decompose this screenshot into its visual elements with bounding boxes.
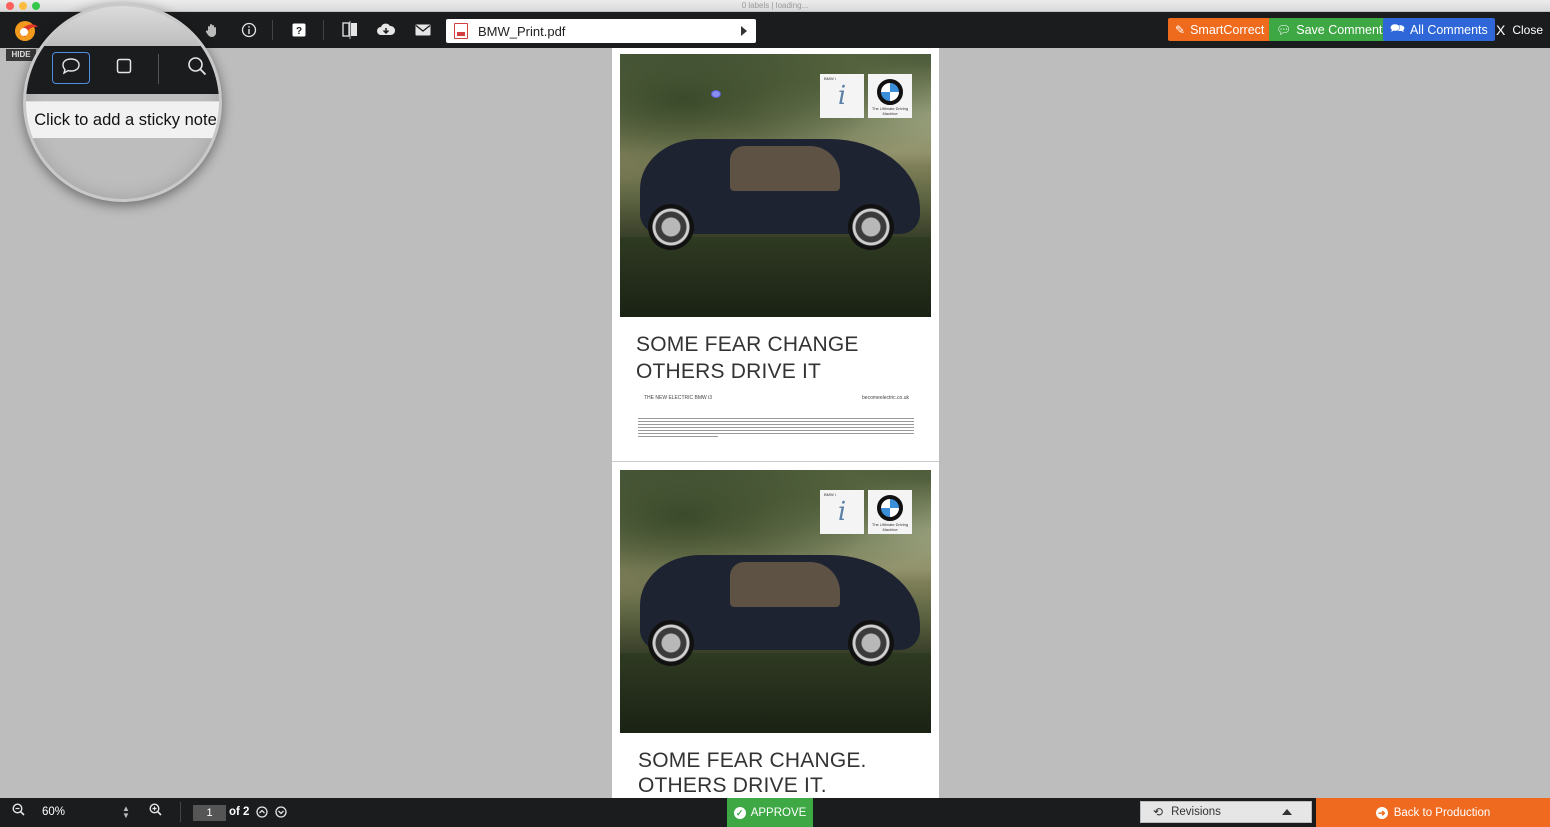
file-name: BMW_Print.pdf <box>478 23 566 39</box>
compare-icon[interactable] <box>338 18 362 42</box>
zoom-stepper-icon[interactable]: ▲ ▼ <box>122 805 130 820</box>
sticky-note-tool[interactable] <box>52 52 90 84</box>
sticky-note-tooltip: Click to add a sticky note <box>26 101 219 139</box>
help-icon[interactable]: ? <box>287 18 311 42</box>
pdf-file-icon <box>454 23 468 39</box>
toolbar-divider <box>158 54 159 84</box>
sticky-note-marker[interactable] <box>711 90 721 98</box>
file-selector[interactable]: BMW_Print.pdf <box>446 19 756 43</box>
approve-button[interactable]: ✓ APPROVE <box>727 798 813 827</box>
caret-up-icon <box>1282 809 1292 815</box>
history-icon: ⟲ <box>1153 805 1164 819</box>
svg-text:?: ? <box>296 26 302 37</box>
previous-page-icon[interactable] <box>256 806 268 821</box>
revisions-label: Revisions <box>1171 806 1221 818</box>
edit-icon: ✎ <box>1175 22 1186 37</box>
check-circle-icon: ✓ <box>733 806 746 819</box>
magnifier-icon <box>187 56 207 81</box>
arrow-circle-icon: ➜ <box>1375 806 1388 819</box>
close-button[interactable]: X Close <box>1496 22 1543 38</box>
back-to-production-label: Back to Production <box>1393 806 1491 819</box>
toolbar-divider <box>323 20 324 40</box>
page-url: becomeelectric.co.uk <box>862 395 909 401</box>
comment-icon: 💬︎ <box>1276 22 1292 37</box>
zoom-out-icon[interactable] <box>12 803 25 819</box>
window-titlebar: 0 labels | loading... <box>0 0 1550 12</box>
bmw-roundel-logo: The Ultimate Driving Machine <box>868 74 912 118</box>
smartcorrect-label: SmartCorrect <box>1190 22 1265 37</box>
page-tagline: THE NEW ELECTRIC BMW i3 <box>644 395 713 401</box>
bmw-i-logo: i BMW i <box>820 74 864 118</box>
speech-bubble-icon <box>61 57 81 80</box>
bmw-i-logo: i BMW i <box>820 490 864 534</box>
comments-icon: 🗪︎ <box>1390 21 1405 35</box>
revisions-dropdown[interactable]: ⟲ Revisions <box>1140 801 1312 823</box>
save-comments-button[interactable]: 💬︎ Save Comments <box>1269 18 1396 41</box>
search-tool[interactable] <box>178 52 216 84</box>
document-page: i BMW i The Ultimate Driving Machine SOM… <box>612 48 939 461</box>
page-headline: SOME FEAR CHANGE OTHERS DRIVE IT <box>636 333 859 383</box>
rectangle-icon <box>116 58 132 79</box>
file-menu-arrow-icon[interactable] <box>741 26 747 36</box>
close-label: Close <box>1512 23 1544 37</box>
all-comments-button[interactable]: 🗪︎ All Comments <box>1383 18 1495 41</box>
page-total: of 2 <box>229 806 250 818</box>
bmw-roundel-logo: The Ultimate Driving Machine <box>868 490 912 534</box>
page-headline: SOME FEAR CHANGE. OTHERS DRIVE IT. <box>638 749 867 797</box>
body-copy <box>638 418 914 439</box>
car-photo: i BMW i The Ultimate Driving Machine <box>620 54 931 317</box>
page-number-input[interactable]: 1 <box>193 805 226 821</box>
document-viewer[interactable]: i BMW i The Ultimate Driving Machine SOM… <box>612 48 939 798</box>
document-page: i BMW i The Ultimate Driving Machine SOM… <box>612 462 939 798</box>
car-photo: i BMW i The Ultimate Driving Machine <box>620 470 931 733</box>
info-icon[interactable] <box>237 18 261 42</box>
toolbar-divider <box>272 20 273 40</box>
download-cloud-icon[interactable] <box>374 18 398 42</box>
smartcorrect-button[interactable]: ✎ SmartCorrect <box>1168 18 1272 41</box>
approve-label: APPROVE <box>750 806 807 819</box>
window-title: 0 labels | loading... <box>741 1 809 10</box>
close-icon: X <box>1496 22 1506 38</box>
toolbar-divider <box>180 802 181 822</box>
top-toolbar: ? BMW_Print.pdf ✎ SmartCorrect 💬︎ Save C… <box>0 12 1550 48</box>
back-to-production-button[interactable]: ➜ Back to Production <box>1316 798 1550 827</box>
next-page-icon[interactable] <box>275 806 287 821</box>
rectangle-tool[interactable] <box>105 52 143 84</box>
zoom-level[interactable]: 60% <box>42 806 65 818</box>
bottom-toolbar: 60% ▲ ▼ 1 of 2 ✓ APPROVE ⟲ Revisions ➜ Ba… <box>0 798 1550 827</box>
save-comments-label: Save Comments <box>1296 22 1389 37</box>
all-comments-label: All Comments <box>1409 22 1488 37</box>
zoom-in-icon[interactable] <box>149 803 162 819</box>
magnifier-lens: Click to add a sticky note <box>23 3 222 202</box>
email-icon[interactable] <box>411 18 435 42</box>
